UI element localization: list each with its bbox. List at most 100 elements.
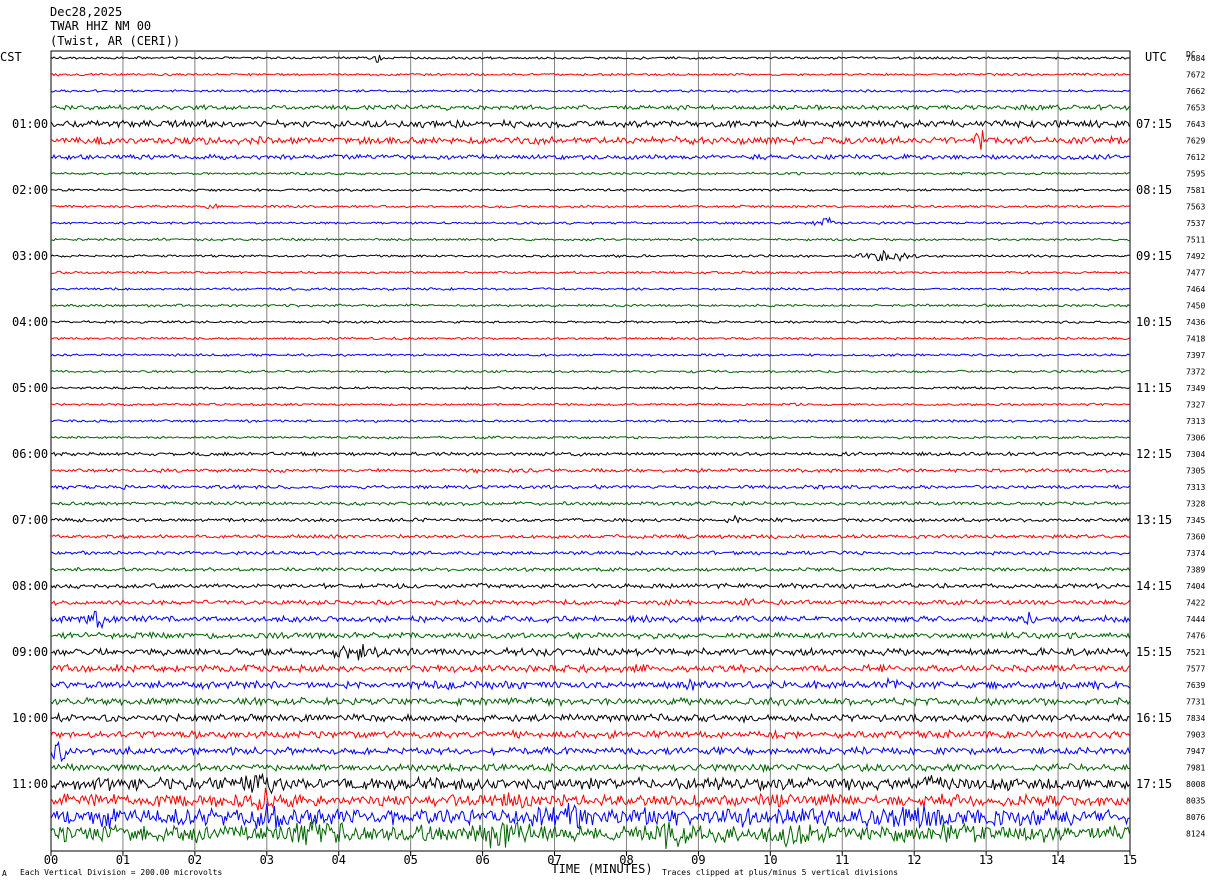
utc-hour-label: 09:15 <box>1136 249 1172 263</box>
trace-line <box>50 54 1130 63</box>
trace-line <box>50 270 1130 275</box>
trace-line <box>50 435 1130 440</box>
trace-line <box>50 696 1130 708</box>
cst-hour-label: 10:00 <box>12 711 48 725</box>
dc-offset-label: 7492 <box>1186 252 1205 261</box>
trace-line <box>50 550 1130 556</box>
dc-offset-label: 7731 <box>1186 698 1205 707</box>
trace-line <box>50 369 1130 374</box>
dc-offset-label: 7903 <box>1186 731 1205 740</box>
dc-offset-label: 7327 <box>1186 401 1205 410</box>
dc-offset-label: 7418 <box>1186 335 1205 344</box>
cst-hour-label: 06:00 <box>12 447 48 461</box>
trace-line <box>50 72 1130 77</box>
trace-line <box>50 171 1130 176</box>
dc-offset-label: 7404 <box>1186 582 1205 591</box>
utc-hour-label: 16:15 <box>1136 711 1172 725</box>
trace-line <box>50 249 1130 263</box>
utc-hour-label: 11:15 <box>1136 381 1172 395</box>
x-tick-label: 02 <box>188 853 202 867</box>
plot-date: Dec28,2025 <box>50 5 122 19</box>
utc-hour-label: 07:15 <box>1136 117 1172 131</box>
cst-hour-label: 04:00 <box>12 315 48 329</box>
dc-offset-label: 8008 <box>1186 780 1205 789</box>
dc-offset-label: 7313 <box>1186 483 1205 492</box>
cst-hour-label: 01:00 <box>12 117 48 131</box>
dc-offset-label: 7629 <box>1186 137 1205 146</box>
trace-line <box>50 336 1130 341</box>
trace-line <box>50 802 1130 829</box>
dc-offset-label: 7672 <box>1186 71 1205 80</box>
utc-hour-labels: 07:15 08:15 09:15 10:15 11:15 12:15 13:15 14:15… <box>1136 117 1172 791</box>
dc-offset-labels: 7684 7672 7662 7653 7643 7629 7612 7595 7581 7563… <box>1186 54 1205 839</box>
dc-offset-label: 7662 <box>1186 87 1205 96</box>
trace-line <box>50 386 1130 391</box>
dc-offset-label: 7981 <box>1186 764 1205 773</box>
trace-line <box>51 643 1130 661</box>
dc-offset-label: 7360 <box>1186 533 1205 542</box>
dc-offset-label: 8124 <box>1186 830 1205 839</box>
dc-offset-label: 7304 <box>1186 450 1205 459</box>
trace-line <box>50 676 1130 691</box>
left-timezone-label: CST <box>0 50 22 64</box>
cst-hour-label: 05:00 <box>12 381 48 395</box>
dc-offset-label: 7511 <box>1186 236 1205 245</box>
dc-offset-label: 7477 <box>1186 269 1205 278</box>
trace-line <box>51 203 1130 210</box>
x-tick-label: 14 <box>1051 853 1065 867</box>
dc-offset-label: 7328 <box>1186 500 1205 509</box>
cst-hour-label: 08:00 <box>12 579 48 593</box>
dc-offset-label: 7305 <box>1186 467 1205 476</box>
trace-line <box>50 772 1130 795</box>
x-tick-label: 12 <box>907 853 921 867</box>
utc-hour-label: 08:15 <box>1136 183 1172 197</box>
trace-line <box>50 130 1130 150</box>
trace-line <box>50 630 1130 641</box>
cst-hour-label: 11:00 <box>12 777 48 791</box>
dc-offset-label: 7947 <box>1186 747 1205 756</box>
station-code: TWAR HHZ NM 00 <box>50 19 151 33</box>
dc-offset-label: 7345 <box>1186 516 1205 525</box>
dc-offset-label: 7313 <box>1186 417 1205 426</box>
cst-hour-label: 02:00 <box>12 183 48 197</box>
cst-hour-label: 07:00 <box>12 513 48 527</box>
trace-line <box>50 118 1130 129</box>
dc-offset-label: 7684 <box>1186 54 1205 63</box>
utc-hour-label: 14:15 <box>1136 579 1172 593</box>
dc-offset-label: 7306 <box>1186 434 1205 443</box>
trace-line <box>50 533 1130 540</box>
trace-line <box>50 818 1130 850</box>
trace-line <box>50 500 1130 507</box>
helicorder-plot: Dec28,2025 TWAR HHZ NM 00 (Twist, AR (CE… <box>0 5 1205 878</box>
trace-line <box>50 740 1130 763</box>
cst-hour-labels: 01:00 02:00 03:00 04:00 05:00 06:00 07:00 08:00… <box>12 117 48 791</box>
trace-line <box>50 483 1130 491</box>
trace-line <box>50 216 1130 227</box>
dc-offset-label: 7450 <box>1186 302 1205 311</box>
trace-line <box>50 582 1130 590</box>
x-axis-label: TIME (MINUTES) <box>551 862 652 876</box>
trace-line <box>50 352 1130 358</box>
trace-line <box>50 320 1130 325</box>
dc-offset-label: 7521 <box>1186 648 1205 657</box>
trace-line <box>50 663 1130 675</box>
dc-offset-label: 8076 <box>1186 813 1205 822</box>
x-tick-label: 00 <box>44 853 58 867</box>
dc-offset-label: 8035 <box>1186 797 1205 806</box>
dc-offset-label: 7422 <box>1186 599 1205 608</box>
trace-line <box>50 451 1130 457</box>
clip-note: Traces clipped at plus/minus 5 vertical … <box>662 868 898 877</box>
dc-offset-label: 7834 <box>1186 714 1205 723</box>
dc-offset-label: 7397 <box>1186 351 1205 360</box>
minute-gridlines <box>50 50 1131 852</box>
trace-line <box>50 153 1130 161</box>
dc-offset-label: 7643 <box>1186 120 1205 129</box>
utc-hour-label: 10:15 <box>1136 315 1172 329</box>
corner-mark: A <box>2 869 7 878</box>
trace-line <box>50 467 1130 475</box>
x-tick-label: 15 <box>1123 853 1137 867</box>
station-location: (Twist, AR (CERI)) <box>50 34 180 48</box>
trace-line <box>50 610 1130 630</box>
dc-offset-label: 7374 <box>1186 549 1205 558</box>
cst-hour-label: 03:00 <box>12 249 48 263</box>
